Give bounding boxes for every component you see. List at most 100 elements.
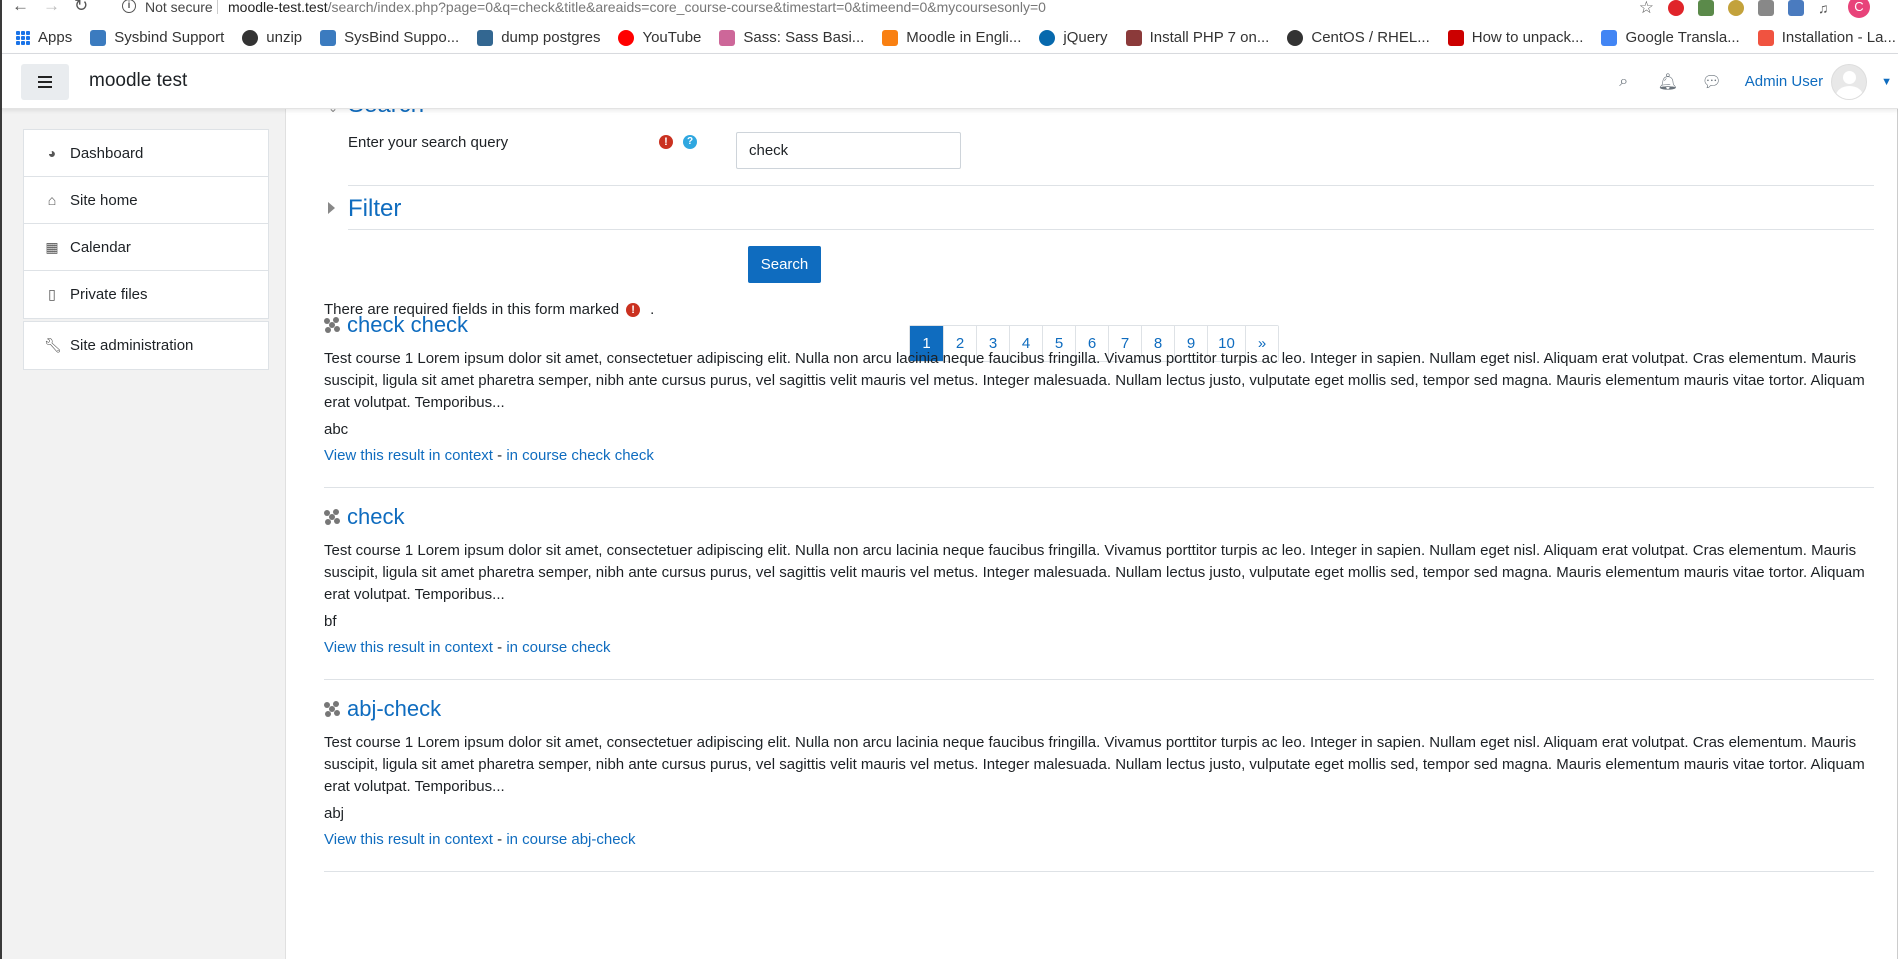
bookmark-item[interactable]: Sysbind Support — [90, 29, 224, 46]
bookmark-item[interactable]: SysBind Suppo... — [320, 29, 459, 46]
filter-section-title[interactable]: Filter — [348, 195, 401, 223]
result-extra-text: abj — [324, 805, 345, 822]
r-icon — [1447, 29, 1464, 46]
centos-icon — [1287, 29, 1304, 46]
security-label[interactable]: Not secure — [145, 0, 213, 15]
extension-rec-icon[interactable] — [1788, 0, 1804, 16]
divider — [348, 185, 1874, 186]
youtube-icon — [618, 29, 635, 46]
required-icon: ! — [659, 135, 673, 149]
bookmark-label: YouTube — [642, 29, 702, 46]
bookmark-item[interactable]: Moodle in Engli... — [882, 29, 1021, 46]
sidebar-item-label: Dashboard — [70, 144, 144, 162]
course-icon — [324, 701, 340, 717]
bookmark-item[interactable]: Google Transla... — [1601, 29, 1740, 46]
notification-bell-icon[interactable]: 🔔︎ — [1657, 72, 1679, 92]
bookmark-label: CentOS / RHEL... — [1311, 29, 1430, 46]
user-menu-name[interactable]: Admin User — [1745, 73, 1823, 90]
bookmark-item[interactable]: unzip — [242, 29, 302, 46]
forward-arrow-icon[interactable]: → — [43, 0, 60, 16]
address-bar[interactable]: moodle-test.test/search/index.php?page=0… — [228, 0, 1046, 15]
search-result: abj-check Test course 1 Lorem ipsum dolor… — [324, 695, 1874, 848]
sidebar-item-label: Site administration — [70, 337, 194, 354]
dashboard-icon: ◕ — [47, 145, 57, 161]
search-result: check check Test course 1 Lorem ipsum dol… — [324, 311, 1874, 464]
view-in-context-link[interactable]: View this result in context — [324, 831, 493, 848]
result-title-link[interactable]: check — [347, 504, 404, 530]
search-icon[interactable]: ⌕ — [1613, 73, 1635, 91]
extension-red-icon[interactable] — [1668, 0, 1684, 16]
search-button[interactable]: Search — [748, 246, 821, 283]
sidebar-item-site-administration[interactable]: 🔧︎ Site administration — [24, 322, 268, 369]
avatar[interactable] — [1831, 63, 1868, 100]
result-divider — [324, 871, 1874, 872]
navbar-actions: ⌕ 🔔︎ 💬︎ Admin User ▼ — [1613, 54, 1898, 109]
bookmark-star-icon[interactable]: ☆ — [1639, 0, 1654, 16]
bookmark-label: jQuery — [1063, 29, 1108, 46]
bookmark-item[interactable]: How to unpack... — [1447, 29, 1583, 46]
search-input[interactable] — [736, 132, 961, 169]
result-extra-text: bf — [324, 613, 337, 630]
centos-icon — [242, 29, 259, 46]
bookmark-item[interactable]: CentOS / RHEL... — [1287, 29, 1430, 46]
sysbind-icon — [320, 29, 337, 46]
sidebar-item-dashboard[interactable]: ◕ Dashboard — [24, 130, 268, 177]
help-icon[interactable]: ? — [683, 135, 697, 149]
result-summary: Test course 1 Lorem ipsum dolor sit amet… — [324, 542, 1865, 603]
menu-toggle-icon[interactable] — [21, 64, 69, 100]
extension-s-icon[interactable] — [1758, 0, 1774, 16]
site-name[interactable]: moodle test — [89, 70, 187, 92]
bookmark-item[interactable]: YouTube — [618, 29, 701, 46]
extension-green-icon[interactable] — [1698, 0, 1714, 16]
chevron-down-icon[interactable]: ⌄ — [328, 109, 338, 115]
sidebar-item-label: Site home — [70, 191, 138, 209]
bookmark-item[interactable]: dump postgres — [477, 29, 600, 46]
sidebar-item-private-files[interactable]: ▯ Private files — [24, 271, 268, 318]
bookmark-item[interactable]: Installation - La... — [1757, 29, 1896, 46]
bookmark-label: Apps — [38, 29, 73, 46]
bookmark-item[interactable]: jQuery — [1039, 29, 1108, 46]
postgres-icon — [477, 29, 494, 46]
result-links: View this result in context - in course … — [324, 831, 1874, 848]
course-link[interactable]: in course abj-check — [506, 831, 635, 848]
course-link[interactable]: in course check check — [506, 447, 654, 464]
query-label: Enter your search query — [348, 134, 509, 151]
bookmark-item[interactable]: Install PHP 7 on... — [1125, 29, 1270, 46]
extension-color-icon[interactable] — [1728, 0, 1744, 16]
search-section-title[interactable]: Search — [348, 109, 424, 119]
course-link[interactable]: in course check — [506, 639, 610, 656]
info-icon[interactable]: i — [122, 0, 136, 13]
bookmark-label: unzip — [266, 29, 303, 46]
bookmark-label: SysBind Suppo... — [344, 29, 460, 46]
result-links: View this result in context - in course … — [324, 447, 1874, 464]
chevron-right-icon[interactable] — [328, 202, 335, 214]
link-separator: - — [492, 447, 507, 464]
bookmark-item[interactable]: Sass: Sass Basi... — [719, 29, 864, 46]
messages-icon[interactable]: 💬︎ — [1701, 72, 1723, 92]
result-title-link[interactable]: check check — [347, 312, 468, 338]
result-links: View this result in context - in course … — [324, 639, 1874, 656]
profile-avatar[interactable]: C — [1848, 0, 1870, 18]
result-extra-text: abc — [324, 421, 349, 438]
bookmark-item[interactable]: Apps — [16, 29, 72, 46]
back-arrow-icon[interactable]: ← — [12, 0, 29, 16]
reload-icon[interactable]: ↻ — [74, 0, 88, 16]
home-icon: ⌂ — [47, 192, 57, 208]
bookmark-label: Sysbind Support — [114, 29, 225, 46]
sidebar-item-site-home[interactable]: ⌂ Site home — [24, 177, 268, 224]
sidebar-item-label: Calendar — [70, 238, 131, 256]
result-title-link[interactable]: abj-check — [347, 696, 441, 722]
bookmark-label: dump postgres — [501, 29, 601, 46]
view-in-context-link[interactable]: View this result in context — [324, 447, 493, 464]
sidebar-item-calendar[interactable]: ▦ Calendar — [24, 224, 268, 271]
view-in-context-link[interactable]: View this result in context — [324, 639, 493, 656]
nav-drawer: ◕ Dashboard ⌂ Site home ▦ Calendar ▯ Private fi… — [2, 109, 286, 959]
chevron-down-icon[interactable]: ▼ — [1881, 76, 1892, 88]
bookmark-label: Google Transla... — [1625, 29, 1740, 46]
bookmark-label: Moodle in Engli... — [906, 29, 1022, 46]
calendar-icon: ▦ — [45, 238, 59, 255]
sysbind-icon — [90, 29, 107, 46]
bookmark-label: Installation - La... — [1781, 29, 1896, 46]
media-controls-icon[interactable]: ♫ — [1818, 0, 1834, 16]
bookmark-label: Install PHP 7 on... — [1149, 29, 1270, 46]
